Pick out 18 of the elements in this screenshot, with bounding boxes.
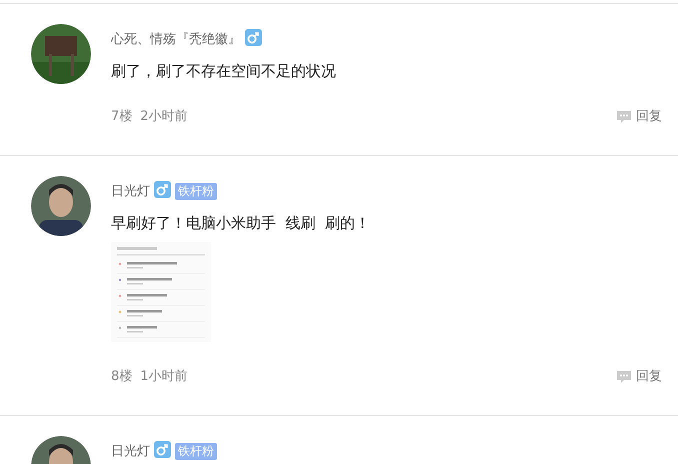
reply-button[interactable]: 回复 [616,367,662,387]
male-icon [154,181,171,198]
username[interactable]: 心死、情殇『秃绝徽』 [111,32,241,47]
reply-button[interactable]: 回复 [616,107,662,127]
post-time: 1小时前 [140,368,188,386]
username[interactable]: 日光灯 [111,184,150,199]
floor-number: 7楼 [111,108,132,126]
floor-number: 8楼 [111,368,132,386]
username[interactable]: 日光灯 [111,444,150,459]
male-icon [245,29,262,46]
comment-text: 刷了，刷了不存在空间不足的状况 [111,61,337,82]
fan-level-tag: 铁杆粉 [175,183,217,200]
male-icon [154,441,171,458]
comment-icon [616,110,632,124]
comment-text: 早刷好了！电脑小米助手 线刷 刷的！ [111,213,372,234]
post-time: 2小时前 [140,108,188,126]
comment-icon [616,370,632,384]
fan-level-tag: 铁杆粉 [175,443,217,460]
